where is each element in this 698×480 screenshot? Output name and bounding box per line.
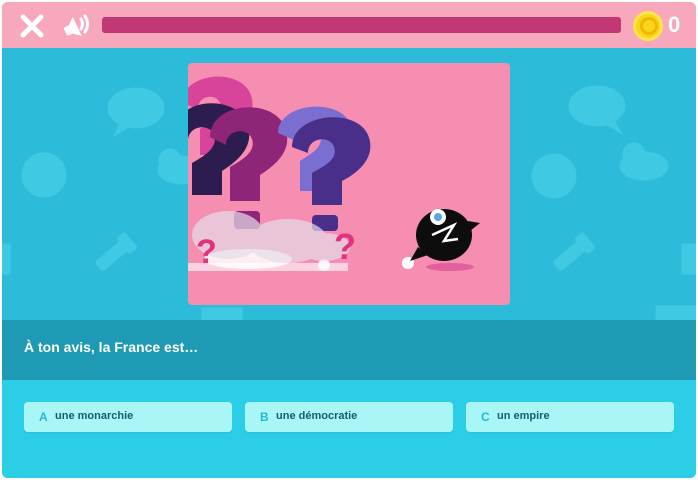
question-illustration: ? ?	[188, 63, 510, 305]
answer-button-c[interactable]: C un empire	[466, 402, 674, 432]
sound-icon[interactable]	[60, 11, 94, 41]
answer-letter: A	[39, 410, 48, 424]
answer-letter: B	[260, 410, 269, 424]
svg-text:?: ?	[196, 233, 217, 271]
answer-label: une monarchie	[55, 410, 134, 422]
question-text: À ton avis, la France est…	[24, 339, 199, 355]
answer-button-b[interactable]: B une démocratie	[245, 402, 453, 432]
answer-letter: C	[481, 410, 490, 424]
answers-area: A une monarchie B une démocratie C un em…	[2, 380, 696, 478]
answer-label: une démocratie	[276, 410, 358, 422]
top-bar: 0	[2, 2, 696, 48]
coin-icon	[633, 11, 663, 41]
quiz-screen: 0 ? ? À ton avis, la France est… A une m…	[2, 2, 696, 478]
progress-bar	[102, 17, 621, 33]
coin-count: 0	[668, 12, 681, 37]
svg-text:?: ?	[334, 226, 356, 267]
close-icon[interactable]	[19, 13, 45, 39]
question-band: À ton avis, la France est…	[2, 320, 696, 380]
answer-label: un empire	[497, 410, 550, 422]
answer-button-a[interactable]: A une monarchie	[24, 402, 232, 432]
